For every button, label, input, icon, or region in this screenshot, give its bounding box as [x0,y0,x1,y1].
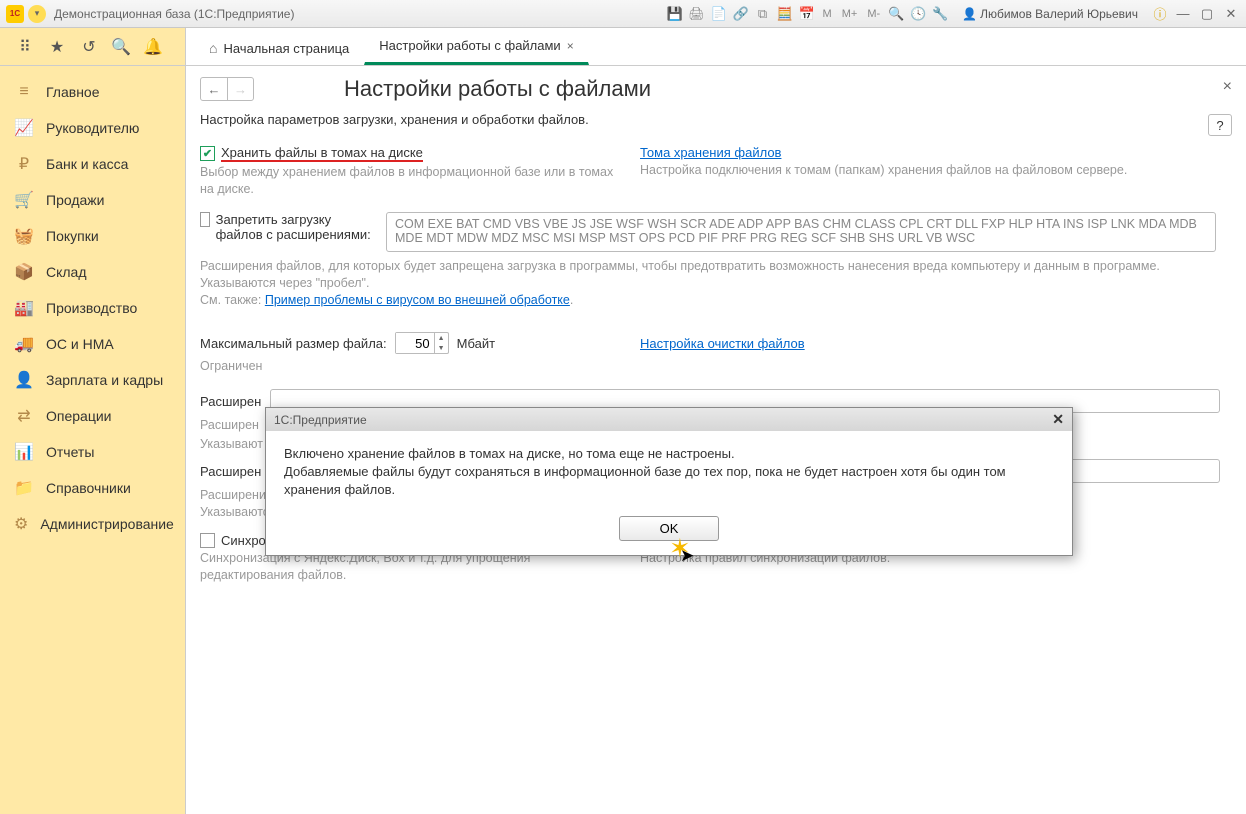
save-icon[interactable]: 💾 [667,6,683,22]
clock-icon[interactable]: 🕓 [910,6,926,22]
person-icon: 👤 [14,371,34,389]
close-window-button[interactable]: ✕ [1222,6,1240,22]
max-size-field[interactable]: ▲▼ [395,332,449,354]
help-button[interactable]: ? [1208,114,1232,136]
gear-icon: ⚙ [14,515,28,533]
wrench-icon[interactable]: 🔧 [932,6,948,22]
link-icon[interactable]: 🔗 [733,6,749,22]
ops-icon: ⇄ [14,407,34,425]
forbid-ext-field[interactable]: COM EXE BAT CMD VBS VBE JS JSE WSF WSH S… [386,212,1216,252]
forbid-ext-hint: Расширения файлов, для которых будет зап… [200,258,1232,309]
cleanup-link[interactable]: Настройка очистки файлов [640,336,805,351]
tab-close-icon[interactable]: × [567,39,574,53]
sidebar-item-catalogs[interactable]: 📁Справочники [0,470,185,506]
dialog-message: Включено хранение файлов в томах на диск… [266,431,1072,516]
max-size-input[interactable] [396,333,434,353]
bell-icon[interactable]: 🔔 [144,38,162,56]
ruble-icon: ₽ [14,155,34,173]
m-plus-button[interactable]: M+ [840,8,860,20]
store-in-volumes-hint: Выбор между хранением файлов в информаци… [200,164,620,198]
truck-icon: 🚚 [14,335,34,353]
search-icon[interactable]: 🔍 [112,38,130,56]
sidebar-item-payroll[interactable]: 👤Зарплата и кадры [0,362,185,398]
apps-icon[interactable]: ⠿ [16,38,34,56]
left-tool-icons: ⠿ ★ ↺ 🔍 🔔 [0,28,186,65]
page-title: Настройки работы с файлами [344,76,651,102]
forbid-ext-checkbox[interactable] [200,212,210,227]
star-icon[interactable]: ★ [48,38,66,56]
top-toolbar: ⠿ ★ ↺ 🔍 🔔 ⌂ Начальная страница Настройки… [0,28,1246,66]
page-tabs: ⌂ Начальная страница Настройки работы с … [186,28,1246,65]
tab-file-settings[interactable]: Настройки работы с файлами × [364,29,588,65]
sidebar-item-main[interactable]: ≡Главное [0,74,185,110]
app-menu-dropdown[interactable]: ▾ [28,5,46,23]
dialog-ok-button[interactable]: OK [619,516,719,541]
store-in-volumes-checkbox[interactable]: ✔ [200,146,215,161]
window-title: Демонстрационная база (1С:Предприятие) [54,7,667,21]
max-size-unit: Мбайт [457,336,495,351]
calculator-icon[interactable]: 🧮 [777,6,793,22]
menu-icon: ≡ [14,83,34,101]
nav-back-button[interactable]: ← [201,78,227,100]
sidebar-item-manager[interactable]: 📈Руководителю [0,110,185,146]
titlebar: 1C ▾ Демонстрационная база (1С:Предприят… [0,0,1246,28]
factory-icon: 🏭 [14,299,34,317]
ext-label-1: Расширен [200,394,261,409]
maximize-button[interactable]: ▢ [1198,6,1216,22]
volumes-link[interactable]: Тома хранения файлов [640,145,781,160]
sidebar-item-operations[interactable]: ⇄Операции [0,398,185,434]
calendar-icon[interactable]: 📅 [799,6,815,22]
page-intro: Настройка параметров загрузки, хранения … [200,112,1232,127]
ext-label-2: Расширен [200,464,261,479]
folder-icon: 📁 [14,479,34,497]
app-logo: 1C [6,5,24,23]
user-icon: 👤 [962,7,977,21]
warning-dialog: 1С:Предприятие ✕ Включено хранение файло… [265,407,1073,556]
forbid-ext-label[interactable]: Запретить загрузку файлов с расширениями… [216,212,376,242]
history-icon[interactable]: ↺ [80,38,98,56]
bars-icon: 📊 [14,443,34,461]
minimize-button[interactable]: — [1174,6,1192,22]
tab-label: Начальная страница [223,41,349,56]
sidebar-item-warehouse[interactable]: 📦Склад [0,254,185,290]
spin-up-icon[interactable]: ▲ [435,333,448,343]
max-size-hint: Ограничен [200,358,1232,375]
boxes-icon: 📦 [14,263,34,281]
info-icon[interactable]: ⓘ [1152,6,1168,22]
sidebar-item-reports[interactable]: 📊Отчеты [0,434,185,470]
username-label[interactable]: 👤Любимов Валерий Юрьевич [962,7,1138,21]
print-icon[interactable]: 🖨 [689,6,705,22]
chart-line-icon: 📈 [14,119,34,137]
document-icon[interactable]: 📄 [711,6,727,22]
nav-forward-button[interactable]: → [227,78,253,100]
sidebar-item-assets[interactable]: 🚚ОС и НМА [0,326,185,362]
m-button[interactable]: M [821,8,834,20]
compare-icon[interactable]: ⧉ [755,6,771,22]
page-close-button[interactable]: × [1223,78,1232,96]
dialog-close-button[interactable]: ✕ [1052,411,1064,428]
m-minus-button[interactable]: M- [865,8,882,20]
dialog-title-text: 1С:Предприятие [274,413,1052,427]
page-header: ← → Настройки работы с файлами [200,76,1232,102]
virus-example-link[interactable]: Пример проблемы с вирусом во внешней обр… [265,293,570,307]
store-in-volumes-label[interactable]: Хранить файлы в томах на диске [221,145,423,160]
volumes-link-hint: Настройка подключения к томам (папкам) х… [640,162,1232,179]
sidebar: ≡Главное 📈Руководителю ₽Банк и касса 🛒Пр… [0,66,186,814]
max-size-label: Максимальный размер файла: [200,336,387,351]
basket-icon: 🧺 [14,227,34,245]
tab-start-page[interactable]: ⌂ Начальная страница [194,31,364,65]
sidebar-item-sales[interactable]: 🛒Продажи [0,182,185,218]
sync-checkbox[interactable] [200,533,215,548]
dialog-titlebar: 1С:Предприятие ✕ [266,408,1072,431]
sidebar-item-production[interactable]: 🏭Производство [0,290,185,326]
sidebar-item-bank[interactable]: ₽Банк и касса [0,146,185,182]
nav-buttons: ← → [200,77,254,101]
sidebar-item-purchases[interactable]: 🧺Покупки [0,218,185,254]
cart-icon: 🛒 [14,191,34,209]
tab-label: Настройки работы с файлами [379,38,560,53]
spin-down-icon[interactable]: ▼ [435,343,448,353]
zoom-icon[interactable]: 🔍 [888,6,904,22]
home-icon: ⌂ [209,40,217,56]
sidebar-item-admin[interactable]: ⚙Администрирование [0,506,185,542]
